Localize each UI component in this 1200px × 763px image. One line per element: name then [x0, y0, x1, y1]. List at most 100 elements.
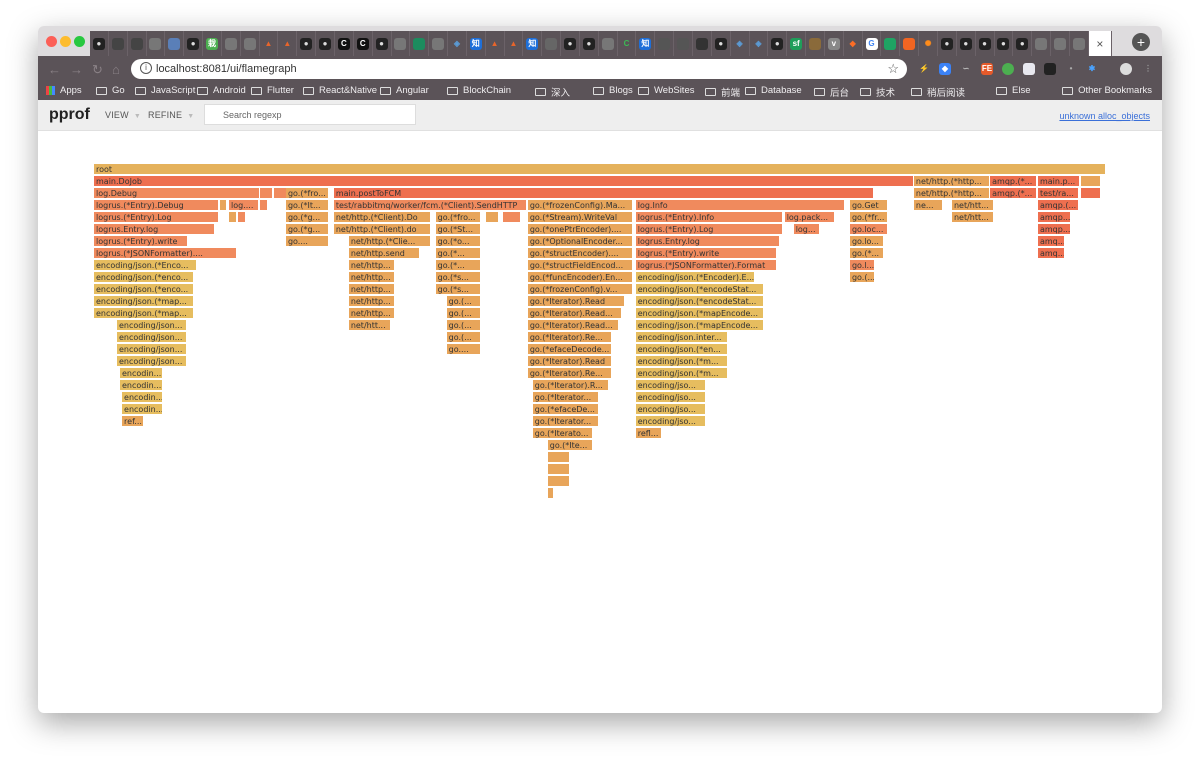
flame-frame[interactable]: go.(*fro... — [285, 188, 329, 199]
browser-tab[interactable] — [108, 31, 128, 56]
flame-frame[interactable]: encoding/json.(*m... — [635, 356, 728, 367]
flame-frame[interactable]: log.pack... — [784, 212, 835, 223]
browser-tab[interactable] — [542, 31, 562, 56]
browser-tab[interactable]: ◈ — [749, 31, 769, 56]
browser-tab[interactable]: ▲ — [504, 31, 524, 56]
flame-frame[interactable]: encoding/jso... — [635, 392, 706, 403]
flame-frame[interactable]: test/ra... — [1037, 188, 1080, 199]
flame-frame[interactable]: log... — [793, 224, 820, 235]
browser-tab[interactable]: 知 — [523, 31, 543, 56]
browser-tab[interactable] — [429, 31, 449, 56]
bookmark-android[interactable]: Android — [197, 85, 246, 96]
flame-frame[interactable]: net/http.(*Client).Do — [333, 212, 431, 223]
browser-tab[interactable]: C — [334, 31, 354, 56]
flame-frame[interactable]: go.(*Ite... — [547, 440, 593, 451]
flame-frame[interactable]: go.loc... — [849, 224, 888, 235]
flame-frame[interactable]: encoding/json.(*enco... — [94, 272, 194, 283]
flame-frame[interactable]: logrus.Entry.log — [94, 224, 216, 235]
flame-frame[interactable]: encoding/json.(*en... — [635, 344, 728, 355]
browser-tab[interactable] — [127, 31, 147, 56]
close-window-button[interactable] — [46, 36, 57, 47]
flame-frame[interactable]: amqp.(*... — [990, 188, 1038, 199]
browser-tab[interactable]: ● — [768, 31, 788, 56]
browser-tab[interactable]: ● — [561, 31, 580, 56]
browser-tab[interactable] — [806, 31, 825, 56]
browser-tab[interactable]: C — [353, 31, 373, 56]
browser-tab[interactable]: ● — [90, 31, 109, 56]
browser-tab[interactable]: ◈ — [448, 31, 467, 56]
flame-frame[interactable]: go.(*g... — [285, 212, 329, 223]
flame-frame[interactable]: go.(*Iterator).Re... — [527, 332, 612, 343]
browser-tab[interactable]: ● — [956, 31, 976, 56]
flame-frame[interactable]: net/http.(*http... — [913, 176, 991, 187]
flame-frame[interactable]: amq... — [1037, 248, 1065, 259]
browser-tab[interactable] — [410, 31, 430, 56]
flame-frame[interactable]: encoding/json.(*encodeStat... — [635, 284, 764, 295]
flame-frame[interactable]: logrus.(*Entry).Debug — [94, 200, 219, 211]
flame-frame[interactable]: go.(*efaceDe... — [532, 404, 599, 415]
flame-frame[interactable]: net/http... — [348, 272, 395, 283]
flame-frame[interactable]: main.postToFCM — [333, 188, 874, 199]
flame-frame[interactable]: encoding/json... — [116, 356, 187, 367]
flame-frame[interactable]: go.(... — [446, 332, 481, 343]
flame-frame[interactable]: go.(*Iterator... — [532, 416, 599, 427]
flame-frame[interactable]: go.(*Iterator... — [532, 392, 599, 403]
bookmark-websites[interactable]: WebSites — [638, 85, 694, 96]
flame-frame[interactable]: encodin... — [122, 404, 164, 415]
active-tab[interactable]: × — [1088, 31, 1113, 56]
flame-frame[interactable]: go.... — [446, 344, 481, 355]
flame-frame[interactable]: go.(*Iterator).Read — [527, 296, 625, 307]
flame-frame[interactable]: net/http.(*http... — [913, 188, 991, 199]
flame-frame[interactable]: go.(*St... — [435, 224, 481, 235]
flame-frame[interactable]: net/htt... — [348, 320, 391, 331]
address-url[interactable]: localhost:8081/ui/flamegraph — [156, 63, 297, 75]
browser-tab[interactable] — [1069, 31, 1089, 56]
address-bar[interactable]: i localhost:8081/ui/flamegraph ☆ — [131, 59, 907, 79]
flame-frame[interactable]: encodin... — [122, 392, 164, 403]
browser-tab[interactable]: ● — [184, 31, 204, 56]
flame-frame[interactable]: encoding/json... — [116, 332, 187, 343]
flame-frame[interactable]: go.(... — [446, 308, 481, 319]
flame-frame[interactable]: logrus.(*Entry).Log — [635, 224, 783, 235]
flame-frame[interactable]: test/rabbitmq/worker/fcm.(*Client).SendH… — [333, 200, 527, 211]
bookmark-flutter[interactable]: Flutter — [251, 85, 294, 96]
flame-frame[interactable]: go.(*... — [435, 248, 481, 259]
browser-tab[interactable]: ▲ — [278, 31, 298, 56]
bookmark--[interactable]: 稍后阅读 — [911, 85, 965, 99]
new-tab-button[interactable]: + — [1132, 33, 1150, 51]
flame-frame[interactable]: net/htt... — [951, 212, 995, 223]
flame-frame[interactable]: encoding/jso... — [635, 416, 706, 427]
flame-frame[interactable]: ne... — [913, 200, 943, 211]
browser-tab[interactable]: G — [862, 31, 882, 56]
flame-frame[interactable]: go.(*s... — [435, 284, 481, 295]
flame-frame[interactable]: amqp.... — [1037, 212, 1072, 223]
link-extension-icon[interactable]: ∽ — [960, 63, 972, 75]
flame-frame[interactable]: go.(*Iterato... — [532, 428, 593, 439]
flame-frame[interactable] — [485, 212, 499, 223]
flame-frame[interactable]: net/http.send — [348, 248, 420, 259]
browser-tab[interactable]: ● — [994, 31, 1014, 56]
flame-frame[interactable]: main.DoJob — [94, 176, 914, 187]
flame-frame[interactable]: net/http... — [348, 260, 395, 271]
bookmark-else[interactable]: Else — [996, 85, 1030, 96]
flame-frame[interactable]: logrus.(*JSONFormatter).... — [94, 248, 237, 259]
browser-tab[interactable]: ● — [937, 31, 957, 56]
flame-frame[interactable]: encoding/json... — [116, 344, 187, 355]
browser-tab[interactable] — [900, 31, 920, 56]
flame-frame[interactable]: encoding/json.(*map... — [94, 296, 194, 307]
flame-frame[interactable]: net/http... — [348, 296, 395, 307]
flame-frame[interactable]: logrus.(*Entry).write — [94, 236, 188, 247]
flame-frame[interactable]: net/htt... — [951, 200, 995, 211]
bookmark-angular[interactable]: Angular — [380, 85, 429, 96]
flame-frame[interactable]: refl... — [635, 428, 662, 439]
bookmark-blogs[interactable]: Blogs — [593, 85, 633, 96]
bookmark--[interactable]: 后台 — [814, 85, 849, 99]
flame-frame[interactable]: go.Get — [849, 200, 888, 211]
flame-frame[interactable]: amqp.(... — [1037, 200, 1080, 211]
flame-frame[interactable]: encodin... — [120, 380, 163, 391]
flame-frame[interactable]: go.(*onePtrEncoder).... — [527, 224, 633, 235]
flame-frame[interactable]: go.(*fr... — [849, 212, 888, 223]
minimize-window-button[interactable] — [60, 36, 71, 47]
menu-kebab-icon[interactable]: ⋮ — [1142, 63, 1154, 75]
flame-frame[interactable]: log.... — [229, 200, 260, 211]
